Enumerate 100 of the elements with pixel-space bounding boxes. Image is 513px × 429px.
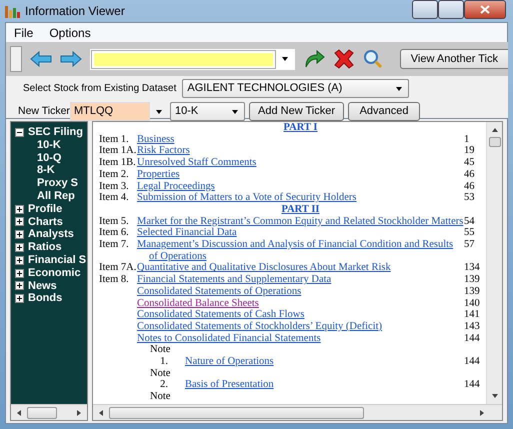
page-number: 139: [464, 274, 481, 286]
toc-link[interactable]: Consolidated Balance Sheets: [137, 298, 259, 310]
toc-link[interactable]: Consolidated Statements of Stockholders’ Equity (Deficit): [137, 320, 382, 333]
scroll-right-icon[interactable]: [75, 408, 83, 416]
item-number: Item 3.: [99, 180, 130, 192]
back-arrow-icon[interactable]: [30, 51, 52, 67]
form-type-dropdown[interactable]: 10-K: [170, 102, 245, 121]
item-number: Item 7A.: [99, 262, 137, 274]
toc-link[interactable]: Risk Factors: [137, 145, 190, 158]
page-number: 46: [464, 168, 476, 181]
tree-item[interactable]: All Rep: [15, 190, 87, 203]
dataset-dropdown[interactable]: AGILENT TECHNOLOGIES (A): [182, 79, 410, 98]
tree-item[interactable]: SEC Filing: [28, 126, 83, 139]
minimize-button[interactable]: [412, 0, 438, 19]
toc-link[interactable]: Business: [137, 134, 174, 146]
expand-icon[interactable]: [15, 268, 24, 278]
toc-link[interactable]: Nature of Operations: [185, 356, 274, 368]
dataset-label: Select Stock from Existing Dataset: [22, 82, 178, 96]
item-number: Item 4.: [99, 192, 130, 204]
toc-link[interactable]: Notes to Consolidated Financial Statements: [137, 332, 321, 344]
toc-link[interactable]: Basis of Presentation: [185, 379, 274, 390]
expand-icon[interactable]: [15, 230, 24, 240]
search-icon[interactable]: [363, 49, 383, 69]
curved-arrow-icon[interactable]: [303, 50, 325, 68]
expand-icon[interactable]: [15, 294, 24, 304]
scroll-up-icon[interactable]: [490, 126, 498, 134]
vertical-scrollbar[interactable]: [486, 122, 502, 404]
tree-item[interactable]: News: [28, 280, 57, 292]
close-button[interactable]: [464, 0, 506, 19]
horizontal-scrollbar[interactable]: [11, 404, 87, 420]
toc-link[interactable]: Market for the Registrant’s Common Equity and Related Stockholder Matters: [137, 216, 464, 228]
page-number: 134: [464, 262, 481, 274]
dropdown-arrow-icon: [230, 108, 240, 114]
add-new-ticker-button[interactable]: Add New Ticker: [249, 102, 344, 121]
section-heading-link[interactable]: PART I: [284, 122, 318, 134]
toc-link[interactable]: Selected Financial Data: [137, 227, 237, 240]
window-title: Information Viewer: [25, 3, 125, 20]
toc-link[interactable]: Properties: [137, 168, 180, 181]
tree-item[interactable]: Proxy S: [15, 177, 87, 190]
dropdown-arrow-icon: [154, 108, 164, 114]
dropdown-arrow-icon: [394, 86, 404, 92]
tree-item[interactable]: 8-K: [15, 164, 87, 178]
advanced-button[interactable]: Advanced: [348, 102, 420, 121]
page-number: 45: [464, 157, 476, 169]
tree-item[interactable]: Bonds: [28, 292, 62, 306]
view-another-ticker-button[interactable]: View Another Tick: [400, 49, 508, 69]
tree-item[interactable]: Profile: [28, 202, 62, 216]
note-number: 2.: [159, 379, 168, 392]
toc-link[interactable]: Consolidated Statements of Operations: [137, 286, 302, 298]
collapse-icon[interactable]: [15, 128, 24, 137]
menu-item[interactable]: Options: [41, 24, 99, 42]
scroll-thumb[interactable]: [488, 137, 500, 147]
toc-link[interactable]: Management’s Discussion and Analysis of Financial Condition and Results of Operations: [137, 239, 464, 262]
note-label: Note: [150, 344, 170, 356]
expand-icon[interactable]: [15, 204, 24, 214]
menu-item[interactable]: File: [6, 24, 42, 42]
toolbar-grip[interactable]: [10, 46, 22, 72]
toc-link[interactable]: Consolidated Statements of Cash Flows: [137, 309, 304, 321]
page-number: 54: [464, 216, 476, 228]
page-number: 144: [464, 356, 481, 368]
item-number: Item 1.: [99, 134, 130, 146]
expand-icon[interactable]: [15, 256, 24, 265]
tree-item[interactable]: Financial S: [28, 254, 86, 267]
tree-item[interactable]: 10-Q: [15, 152, 87, 164]
scroll-thumb[interactable]: [109, 406, 364, 418]
tree-item[interactable]: Charts: [28, 216, 63, 228]
scroll-left-icon[interactable]: [97, 408, 105, 416]
tree-item[interactable]: Ratios: [28, 241, 62, 254]
toc-link[interactable]: Submission of Matters to a Vote of Security Holders: [137, 192, 357, 204]
app-icon: [5, 4, 21, 18]
note-label: Note: [150, 391, 170, 403]
toc-link[interactable]: Financial Statements and Supplementary Data: [137, 274, 332, 286]
scroll-down-icon[interactable]: [490, 392, 498, 400]
section-heading-link[interactable]: PART II: [281, 204, 320, 216]
expand-icon[interactable]: [15, 243, 24, 252]
expand-icon[interactable]: [15, 281, 24, 290]
tree-item[interactable]: 10-K: [15, 138, 87, 152]
toc-link[interactable]: Legal Proceedings: [137, 180, 215, 192]
scroll-right-icon[interactable]: [478, 408, 486, 416]
toc-link[interactable]: Unresolved Staff Comments: [137, 157, 256, 169]
toc-link[interactable]: Quantitative and Qualitative Disclosures About Market Risk: [137, 262, 391, 274]
page-number: 1: [464, 134, 470, 146]
horizontal-scrollbar[interactable]: [93, 404, 502, 420]
page-number: 141: [464, 309, 481, 321]
maximize-button[interactable]: [438, 0, 464, 19]
page-number: 143: [464, 320, 481, 333]
page-number: 139: [464, 286, 481, 298]
tree-item[interactable]: Economic: [28, 266, 81, 280]
page-number: 57: [464, 239, 476, 252]
forward-arrow-icon[interactable]: [60, 51, 82, 67]
page-number: 46: [464, 180, 476, 192]
page-number: 53: [464, 192, 476, 204]
page-number: 144: [464, 332, 481, 344]
tree-item[interactable]: Analysts: [28, 228, 74, 242]
scroll-left-icon[interactable]: [15, 408, 23, 416]
item-number: Item 5.: [99, 216, 130, 228]
x-icon[interactable]: [333, 49, 355, 69]
scroll-thumb[interactable]: [27, 406, 57, 418]
item-number: Item 6.: [99, 227, 130, 240]
expand-icon[interactable]: [15, 217, 24, 226]
